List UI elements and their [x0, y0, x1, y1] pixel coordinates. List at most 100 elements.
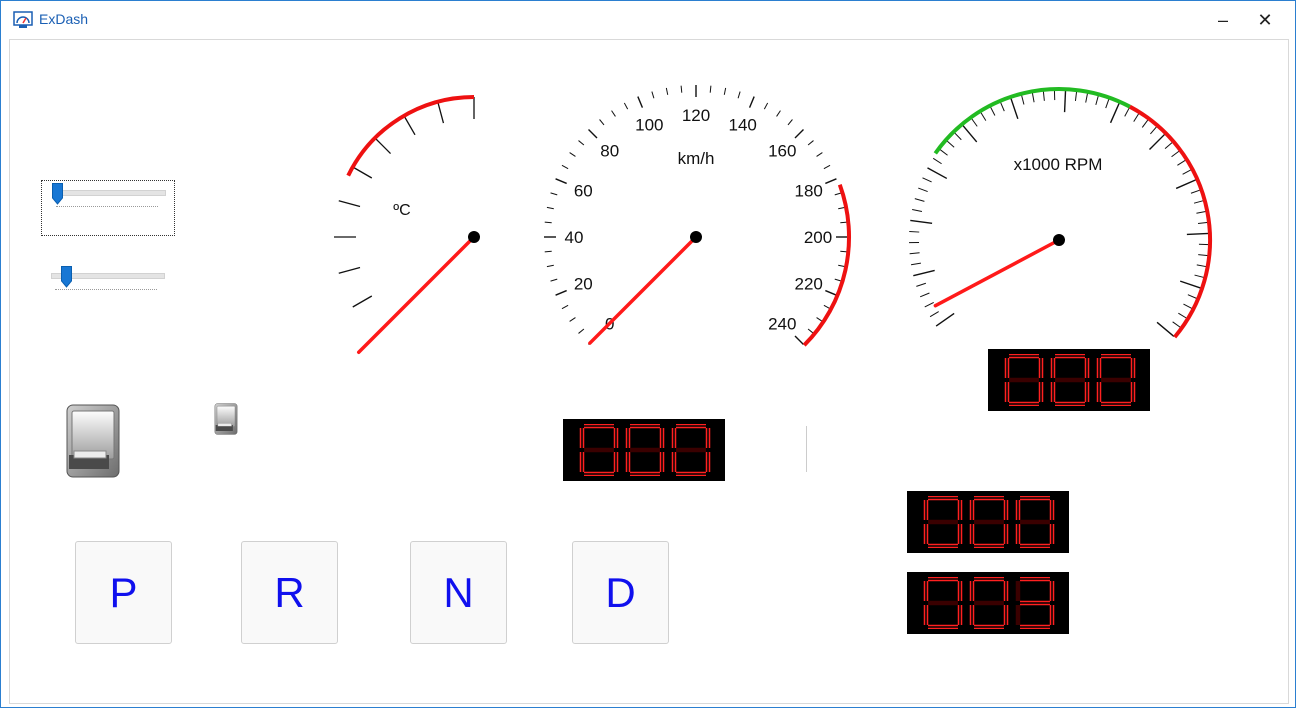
tachometer-tick — [1183, 303, 1193, 310]
speedometer-scale-label: 240 — [768, 314, 796, 333]
tachometer-needle — [933, 238, 1061, 308]
seven-segment-digit — [969, 496, 1009, 548]
tachometer-tick — [1198, 254, 1209, 257]
digital-display-4 — [907, 572, 1069, 634]
seven-segment-digit — [579, 424, 619, 476]
app-window: ExDash – ✕ ºC 20 40 60 80 100 120 140 16… — [0, 0, 1296, 708]
close-button[interactable]: ✕ — [1249, 7, 1281, 33]
tachometer-tick — [999, 101, 1005, 112]
speedometer-tick — [544, 221, 552, 224]
speedometer-tick — [665, 87, 669, 95]
speedometer-scale-label: 100 — [635, 115, 663, 134]
tachometer-tick — [1156, 321, 1175, 337]
temperature-needle — [356, 235, 476, 355]
speedometer-tick — [555, 289, 567, 296]
trackbar-2-thumb[interactable] — [61, 266, 73, 288]
tachometer-tick — [922, 177, 932, 183]
speedometer-tick — [737, 91, 741, 99]
tachometer-tick — [1178, 312, 1188, 319]
speedometer-tick — [825, 178, 837, 185]
speedometer-tick — [546, 206, 554, 210]
speedometer-needle-hub — [690, 231, 702, 243]
speedometer-tick — [588, 129, 598, 139]
speedometer-tick — [787, 119, 793, 126]
speedometer-tick — [823, 304, 831, 310]
tachometer-tick — [914, 198, 925, 202]
tachometer-tick — [1042, 90, 1045, 101]
tachometer-green-zone — [933, 87, 1131, 155]
toggle-switch-small-icon[interactable] — [214, 402, 238, 436]
speedometer-scale-label: 80 — [600, 142, 619, 161]
gear-d-button[interactable]: D — [572, 541, 669, 644]
speedometer-scale-label: 220 — [795, 275, 823, 294]
tachometer-tick — [962, 124, 978, 143]
tachometer-tick — [927, 167, 948, 180]
speedometer-scale-label: 200 — [804, 228, 832, 247]
temperature-gauge: ºC — [334, 95, 480, 355]
tachometer-needle-hub — [1053, 234, 1065, 246]
speedometer-tick — [816, 317, 823, 322]
tachometer-tick — [1196, 264, 1207, 268]
seven-segment-digit — [1004, 354, 1044, 406]
speedometer-scale-label: 20 — [574, 275, 593, 294]
speedometer-tick — [723, 87, 727, 95]
tachometer-tick — [1085, 92, 1089, 103]
tachometer-tick — [1095, 95, 1099, 106]
seven-segment-digit — [1015, 496, 1055, 548]
speedometer-tick — [840, 250, 848, 253]
speedometer-tick — [546, 264, 554, 268]
speedometer-tick — [709, 85, 712, 93]
minimize-button[interactable]: – — [1207, 7, 1239, 33]
tachometer-tick — [1177, 159, 1187, 166]
speedometer-tick — [794, 129, 804, 139]
tachometer-tick — [953, 132, 962, 141]
dashboard-app-icon — [13, 11, 33, 28]
tachometer-tick — [910, 219, 933, 224]
trackbar-1[interactable] — [41, 180, 175, 236]
gear-p-button[interactable]: P — [75, 541, 172, 644]
digit-row — [1004, 354, 1136, 406]
speedometer-tick — [569, 152, 576, 157]
temperature-tick — [338, 200, 361, 208]
trackbar-1-thumb[interactable] — [52, 183, 63, 205]
seven-segment-digit — [1050, 354, 1090, 406]
tachometer-tick — [989, 106, 996, 116]
tachometer-tick — [1171, 150, 1180, 158]
tachometer-tick — [1020, 94, 1025, 105]
tachometer-tick — [1193, 200, 1204, 204]
speedometer-tick — [637, 96, 644, 108]
tachometer-tick — [924, 302, 934, 308]
tachometer-tick — [1074, 90, 1078, 102]
tachometer-tick — [939, 148, 948, 156]
speedometer-scale-label: 140 — [728, 115, 756, 134]
toggle-switch-icon[interactable] — [65, 403, 121, 479]
gear-r-button[interactable]: R — [241, 541, 338, 644]
speedometer-tick — [550, 192, 558, 196]
speedometer-tick — [561, 164, 569, 170]
seven-segment-digit — [923, 577, 963, 629]
tachometer-tick — [1164, 141, 1173, 149]
speedometer-tick — [623, 102, 629, 110]
seven-segment-digit — [625, 424, 665, 476]
speedometer-gauge: 020406080100120140160180200220240 km/h — [544, 85, 852, 347]
speedometer-scale-label: 40 — [565, 228, 584, 247]
speedometer-tick — [834, 192, 842, 196]
temperature-unit-label: ºC — [393, 202, 410, 219]
temperature-tick — [437, 101, 445, 124]
speedometer-scale-label: 160 — [768, 142, 796, 161]
speedometer-tick — [763, 102, 769, 110]
temperature-needle-hub — [468, 231, 480, 243]
tachometer-tick — [1197, 221, 1209, 225]
speedometer-scale-label: 180 — [795, 181, 823, 200]
speedometer-tick — [651, 91, 655, 99]
temperature-tick — [352, 166, 373, 179]
tachometer-tick — [919, 292, 930, 298]
tachometer-tick — [1010, 97, 1019, 120]
speedometer-tick — [578, 140, 585, 146]
window-title: ExDash — [39, 11, 89, 27]
title-bar: ExDash – ✕ — [1, 1, 1295, 38]
trackbar-2[interactable] — [41, 263, 173, 317]
gear-n-button[interactable]: N — [410, 541, 507, 644]
speedometer-tick — [807, 140, 814, 146]
speedometer-tick — [555, 178, 567, 185]
